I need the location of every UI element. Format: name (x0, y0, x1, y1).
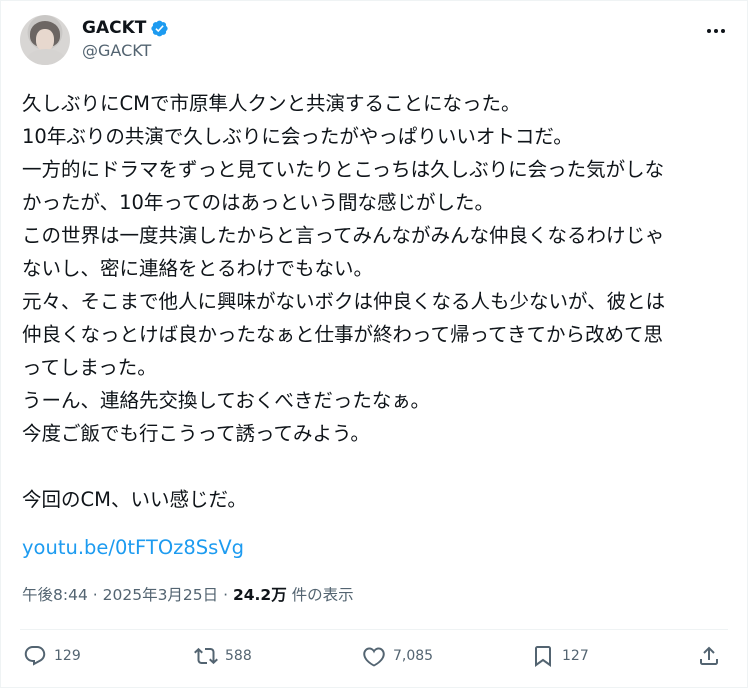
reply-icon (24, 646, 46, 666)
avatar[interactable] (20, 15, 70, 65)
tweet-date[interactable]: 2025年3月25日 (103, 586, 219, 604)
author-handle[interactable]: @GACKT (82, 40, 169, 62)
tweet-line: 元々、そこまで他人に興味がないボクは仲良くなる人も少ないが、彼とは (22, 290, 666, 313)
tweet-line: 仲良くなっとけば良かったなぁと仕事が終わって帰ってきてから改めて思 (22, 323, 663, 346)
tweet-header: GACKT @GACKT (20, 13, 728, 69)
share-icon (700, 646, 718, 665)
tweet-meta: 午後8:44 · 2025年3月25日 · 24.2万 件の表示 (22, 584, 354, 606)
bookmark-icon (535, 646, 551, 667)
repost-count: 588 (225, 648, 252, 664)
verified-badge-icon (151, 20, 168, 36)
tweet-line: 10年ぶりの共演で久しぶりに会ったがやっぱりいいオトコだ。 (22, 125, 573, 148)
divider (20, 629, 728, 630)
author-info: GACKT @GACKT (82, 17, 169, 62)
more-icon[interactable] (704, 19, 728, 43)
reply-button[interactable]: 129 (23, 644, 81, 668)
views-count: 24.2万 (232, 586, 287, 604)
tweet-line: ないし、密に連絡をとるわけでもない。 (22, 257, 374, 280)
repost-icon (194, 647, 218, 665)
repost-button[interactable]: 588 (194, 644, 252, 668)
author-display-name[interactable]: GACKT (82, 17, 146, 39)
views-label: 件の表示 (291, 586, 354, 604)
like-count: 7,085 (393, 648, 434, 664)
reply-count: 129 (54, 648, 81, 664)
bookmark-count: 127 (562, 648, 589, 664)
tweet-line: 今度ご飯でも行こうって誘ってみよう。 (22, 422, 370, 445)
tweet-line: 久しぶりにCMで市原隼人クンと共演することになった。 (22, 92, 521, 115)
tweet-line: うーん、連絡先交換しておくべきだったなぁ。 (22, 389, 430, 412)
like-button[interactable]: 7,085 (362, 644, 433, 668)
meta-separator: · (92, 586, 98, 604)
tweet-line (22, 450, 734, 483)
meta-separator: · (223, 586, 229, 604)
tweet-line: 今回のCM、いい感じだ。 (22, 488, 247, 511)
share-button[interactable] (697, 644, 721, 668)
tweet-time[interactable]: 午後8:44 (22, 586, 88, 604)
bookmark-button[interactable]: 127 (531, 644, 589, 668)
tweet-line: かったが、10年ってのはあっという間な感じがした。 (22, 191, 494, 214)
tweet-line: ってしまった。 (22, 356, 157, 379)
like-icon (363, 647, 385, 667)
author-name-row[interactable]: GACKT (82, 17, 169, 39)
tweet-text: 久しぶりにCMで市原隼人クンと共演することになった。 10年ぶりの共演で久しぶり… (22, 87, 734, 516)
action-bar: 129 588 7,085 127 (23, 644, 725, 678)
tweet-line: 一方的にドラマをずっと見ていたりとこっちは久しぶりに会った気がしな (22, 158, 665, 181)
tweet-line: この世界は一度共演したからと言ってみんながみんな仲良くなるわけじゃ (22, 224, 665, 247)
tweet-link[interactable]: youtu.be/0tFTOz8SsVg (22, 531, 244, 564)
tweet-card: GACKT @GACKT 久しぶりにCMで市原隼人クンと共演することになった。 … (0, 0, 748, 688)
